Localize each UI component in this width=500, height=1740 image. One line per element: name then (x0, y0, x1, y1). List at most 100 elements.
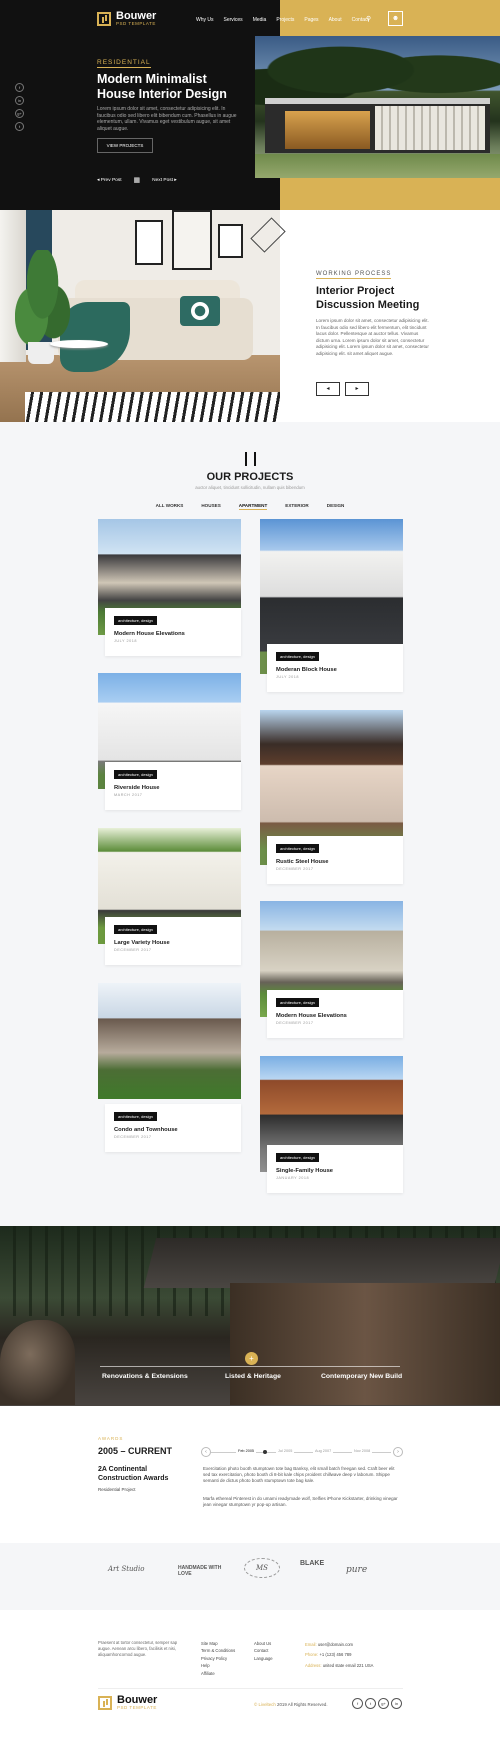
brand-logo[interactable]: Bouwer PSD TEMPLATE (97, 11, 156, 26)
project-card[interactable]: architecture, design Riverside House MAR… (105, 762, 241, 810)
service-renovations[interactable]: Renovations & Extensions (102, 1373, 188, 1380)
footer-link[interactable]: Contact (254, 1647, 273, 1654)
banner-house (230, 1283, 500, 1405)
google-plus-icon[interactable]: g+ (378, 1698, 389, 1709)
filter-exterior[interactable]: EXTERIOR (285, 503, 308, 510)
nav-item-media[interactable]: Media (253, 17, 267, 23)
project-card[interactable]: architecture, design Moderan Block House… (267, 644, 403, 692)
client-logo-pure[interactable]: pure (346, 1565, 367, 1575)
footer-phone[interactable]: Phone: +1 (123) 456 789 (305, 1650, 373, 1660)
project-tag[interactable]: architecture, design (114, 925, 157, 934)
next-post-link[interactable]: Next Post ▸ (152, 178, 177, 183)
view-projects-button[interactable]: VIEW PROJECTS (97, 138, 153, 153)
footer-link[interactable]: Help (201, 1662, 235, 1669)
nav-item-pages[interactable]: Pages (304, 17, 318, 23)
project-tag[interactable]: architecture, design (114, 770, 157, 779)
project-card[interactable]: architecture, design Single-Family House… (267, 1145, 403, 1193)
footer-links-2: About Us Contact Language (254, 1640, 273, 1662)
nav-item-about[interactable]: About (329, 17, 342, 23)
timeline-item[interactable]: Nov 2008 (352, 1449, 373, 1453)
footer-logo[interactable]: Bouwer PSD TEMPLATE (98, 1695, 157, 1710)
wall-frame (172, 210, 212, 270)
project-image[interactable] (98, 983, 241, 1099)
address-label: Address: (305, 1662, 322, 1668)
footer-email[interactable]: Email: user@domain.com (305, 1640, 373, 1650)
client-logo-art-studio[interactable]: Art Studio (108, 1565, 145, 1573)
brand-tagline: PSD TEMPLATE (117, 1705, 157, 1710)
projects-section (0, 422, 500, 1226)
project-title[interactable]: Rustic Steel House (276, 859, 329, 865)
search-icon[interactable]: ⚲ (366, 15, 371, 23)
project-title[interactable]: Modern House Elevations (114, 631, 185, 637)
project-card[interactable]: architecture, design Rustic Steel House … (267, 836, 403, 884)
linkedin-icon[interactable]: in (15, 96, 24, 105)
twitter-icon[interactable]: t (365, 1698, 376, 1709)
main-nav: Why Us Services Media Projects Pages Abo… (196, 17, 369, 23)
copyright-brand[interactable]: © Liveltech (254, 1702, 276, 1707)
filter-houses[interactable]: HOUSES (201, 503, 220, 510)
project-tag[interactable]: architecture, design (114, 1112, 157, 1121)
process-next-button[interactable]: ▸ (345, 382, 369, 396)
nav-item-why-us[interactable]: Why Us (196, 17, 214, 23)
project-tag[interactable]: architecture, design (276, 652, 319, 661)
project-date: DECEMBER 2017 (276, 1021, 314, 1025)
footer-link[interactable]: Privacy Policy (201, 1655, 235, 1662)
project-tag[interactable]: architecture, design (114, 616, 157, 625)
footer-link[interactable]: About Us (254, 1640, 273, 1647)
timeline-next-button[interactable]: › (393, 1447, 403, 1457)
footer-link[interactable]: Affiliate (201, 1670, 235, 1677)
project-title[interactable]: Riverside House (114, 785, 159, 791)
footer-link[interactable]: Site Map (201, 1640, 235, 1647)
project-filters: ALL WORKS HOUSES APARTMENT EXTERIOR DESI… (0, 503, 500, 510)
project-card[interactable]: architecture, design Modern House Elevat… (267, 990, 403, 1038)
awards-eyebrow: AWARDS (98, 1436, 124, 1441)
timeline-item[interactable]: Aug 2007 (313, 1449, 334, 1453)
process-eyebrow: WORKING PROCESS (316, 271, 392, 279)
hero-text: Lorem ipsum dolor sit amet, consectetur … (97, 106, 237, 132)
awards-text-1: Exercitation photo booth stumptown tote … (203, 1466, 395, 1484)
filter-apartment[interactable]: APARTMENT (238, 503, 268, 510)
project-tag[interactable]: architecture, design (276, 998, 319, 1007)
project-date: DECEMBER 2017 (114, 948, 152, 952)
facebook-icon[interactable]: f (15, 83, 24, 92)
project-card[interactable]: architecture, design Condo and Townhouse… (105, 1104, 241, 1152)
footer-link[interactable]: Term & Conditions (201, 1647, 235, 1654)
google-plus-icon[interactable]: g+ (15, 109, 24, 118)
timeline-item[interactable]: Jul 2005 (276, 1449, 295, 1453)
client-logo-handmade[interactable]: HANDMADE WITH LOVE (178, 1565, 223, 1577)
client-logo-ms[interactable]: MS (244, 1558, 280, 1578)
client-logo-blake[interactable]: BLAKE (300, 1560, 324, 1567)
user-icon[interactable]: ☻ (388, 11, 403, 26)
footer-link[interactable]: Language (254, 1655, 273, 1662)
prev-post-label: Prev Post (100, 177, 122, 183)
hero-image-lawn (255, 154, 500, 178)
project-title[interactable]: Moderan Block House (276, 667, 337, 673)
project-title[interactable]: Condo and Townhouse (114, 1127, 178, 1133)
filter-all-works[interactable]: ALL WORKS (156, 503, 184, 510)
project-card[interactable]: architecture, design Large Variety House… (105, 917, 241, 965)
project-title[interactable]: Large Variety House (114, 940, 170, 946)
interior-image (0, 210, 286, 422)
process-prev-button[interactable]: ◂ (316, 382, 340, 396)
project-tag[interactable]: architecture, design (276, 844, 319, 853)
prev-post-link[interactable]: ◂ Prev Post (97, 178, 122, 183)
linkedin-icon[interactable]: in (391, 1698, 402, 1709)
grid-icon[interactable]: ▦ (134, 176, 141, 184)
nav-item-projects[interactable]: Projects (276, 17, 294, 23)
nav-item-services[interactable]: Services (224, 17, 243, 23)
project-title[interactable]: Single-Family House (276, 1168, 333, 1174)
facebook-icon[interactable]: f (352, 1698, 363, 1709)
timeline-prev-button[interactable]: ‹ (201, 1447, 211, 1457)
service-listed-heritage[interactable]: Listed & Heritage (225, 1373, 281, 1380)
footer-contact: Email: user@domain.com Phone: +1 (123) 4… (305, 1640, 373, 1671)
project-tag[interactable]: architecture, design (276, 1153, 319, 1162)
twitter-icon[interactable]: t (15, 122, 24, 131)
project-title[interactable]: Modern House Elevations (276, 1013, 347, 1019)
brand-name: Bouwer (117, 1694, 158, 1706)
plus-icon[interactable]: + (245, 1352, 258, 1365)
project-card[interactable]: architecture, design Modern House Elevat… (105, 608, 241, 656)
service-new-build[interactable]: Contemporary New Build (321, 1373, 402, 1380)
filter-design[interactable]: DESIGN (327, 503, 345, 510)
timeline-item-active[interactable]: Feb 2005 (236, 1449, 257, 1453)
brand-name: Bouwer (116, 10, 157, 22)
